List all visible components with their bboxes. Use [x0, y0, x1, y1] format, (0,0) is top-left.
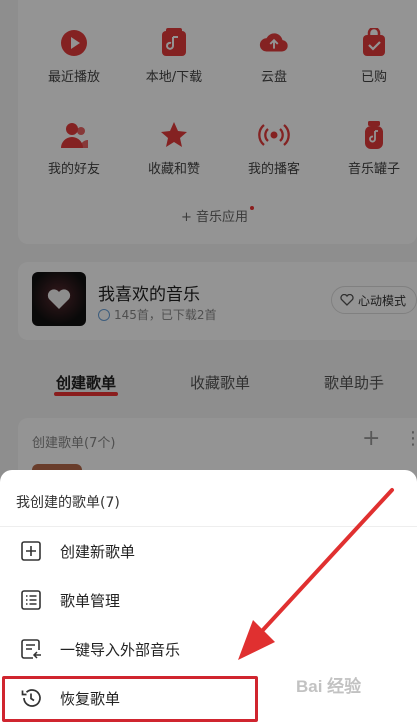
playlist-management-item[interactable]: 歌单管理: [0, 577, 417, 625]
import-external-music-item[interactable]: 一键导入外部音乐: [0, 626, 417, 674]
divider: [0, 526, 417, 527]
create-new-playlist-item[interactable]: 创建新歌单: [0, 528, 417, 576]
sheet-title: 我创建的歌单(7): [16, 495, 120, 511]
add-square-icon: [21, 541, 41, 561]
import-icon: [21, 639, 41, 659]
list-manage-icon: [21, 590, 41, 610]
watermark: Bai 经验: [296, 677, 362, 696]
highlight-box: [2, 676, 258, 722]
